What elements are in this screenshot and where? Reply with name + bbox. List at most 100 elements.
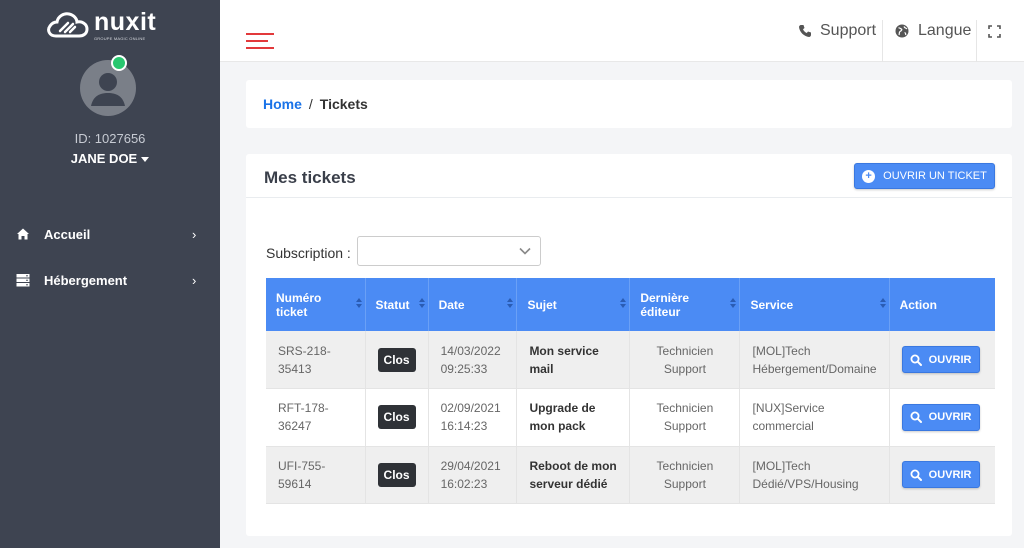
ticket-service: [MOL]Tech Dédié/VPS/Housing xyxy=(739,446,890,504)
support-link[interactable]: Support xyxy=(798,0,876,62)
table-row: SRS-218- 35413 Clos 14/03/2022 09:25:33 Mo… xyxy=(266,331,995,389)
support-label: Support xyxy=(820,22,877,39)
breadcrumb-home-link[interactable]: Home xyxy=(263,96,302,112)
avatar[interactable] xyxy=(80,60,136,116)
chevron-right-icon: › xyxy=(192,226,197,242)
card-divider xyxy=(246,197,1012,198)
ticket-service: [NUX]Service commercial xyxy=(739,388,890,447)
sort-icon xyxy=(730,298,737,310)
tickets-panel: Mes tickets + OUVRIR UN TICKET Subscript… xyxy=(246,154,1012,536)
sidebar: nuxit GROUPE MAGIC ONLINE ID: 1027656 JA… xyxy=(0,0,220,548)
language-menu[interactable]: Langue xyxy=(895,0,971,62)
chevron-down-icon xyxy=(519,247,531,255)
caret-down-icon xyxy=(141,157,150,163)
language-label: Langue xyxy=(918,22,972,39)
table-header-row: Numéro ticket Statut Date Sujet Dernière… xyxy=(266,278,995,331)
action-cell: OUVRIR xyxy=(889,331,995,389)
table-row: UFI-755- 59614 Clos 29/04/2021 16:02:23 Re… xyxy=(266,446,995,504)
online-status-dot xyxy=(111,55,127,71)
status-cell: Clos xyxy=(365,331,429,389)
column-header-label: Action xyxy=(899,297,937,312)
search-icon xyxy=(910,469,922,481)
column-header-subject[interactable]: Sujet xyxy=(516,278,631,331)
action-cell: OUVRIR xyxy=(889,446,995,504)
sort-icon xyxy=(879,298,886,310)
breadcrumb: Home / Tickets xyxy=(246,80,1012,128)
ticket-number: UFI-755- 59614 xyxy=(266,446,366,504)
ticket-date: 29/04/2021 16:02:23 xyxy=(428,446,518,504)
ticket-date: 14/03/2022 09:25:33 xyxy=(428,331,518,389)
open-ticket-label: OUVRIR UN TICKET xyxy=(883,170,987,182)
ticket-editor: Technicien Support xyxy=(629,446,741,504)
sidebar-item-hebergement[interactable]: Hébergement › xyxy=(0,265,220,295)
server-icon xyxy=(16,274,30,287)
open-ticket-row-button[interactable]: OUVRIR xyxy=(901,461,980,489)
column-header-editor[interactable]: Dernière éditeur xyxy=(629,278,741,331)
ticket-number: RFT-178- 36247 xyxy=(266,388,366,447)
breadcrumb-current: Tickets xyxy=(319,96,368,112)
fullscreen-icon xyxy=(988,24,1001,38)
sort-icon xyxy=(507,298,514,310)
topbar-divider xyxy=(882,20,883,62)
open-button-label: OUVRIR xyxy=(928,353,972,366)
column-header-label: Numéro ticket xyxy=(276,290,322,319)
status-cell: Clos xyxy=(365,446,429,504)
ticket-editor: Technicien Support xyxy=(629,388,741,447)
sort-icon xyxy=(418,298,425,310)
ticket-subject: Reboot de mon serveur dédié xyxy=(516,446,631,504)
fullscreen-toggle[interactable] xyxy=(988,0,1001,62)
menu-toggle-icon[interactable] xyxy=(246,33,274,49)
column-header-number[interactable]: Numéro ticket xyxy=(266,278,366,331)
status-badge: Clos xyxy=(377,347,416,372)
open-button-label: OUVRIR xyxy=(928,411,972,424)
brand-logo[interactable]: nuxit GROUPE MAGIC ONLINE xyxy=(46,10,156,44)
breadcrumb-separator: / xyxy=(308,96,313,112)
column-header-label: Statut xyxy=(375,297,410,312)
ticket-number: SRS-218- 35413 xyxy=(266,331,366,389)
search-icon xyxy=(910,411,922,424)
topbar: Support Langue xyxy=(220,0,1024,62)
sort-icon xyxy=(355,298,362,310)
column-header-status[interactable]: Statut xyxy=(365,278,429,331)
sidebar-item-label: Accueil xyxy=(44,226,91,242)
status-cell: Clos xyxy=(365,388,429,447)
ticket-subject: Mon service mail xyxy=(516,331,631,389)
column-header-date[interactable]: Date xyxy=(428,278,518,331)
brand-tagline: GROUPE MAGIC ONLINE xyxy=(94,36,146,41)
open-ticket-button[interactable]: + OUVRIR UN TICKET xyxy=(854,163,995,189)
cloud-logo-icon xyxy=(47,12,89,38)
plus-circle-icon: + xyxy=(862,169,876,183)
action-cell: OUVRIR xyxy=(889,388,995,447)
column-header-label: Dernière éditeur xyxy=(640,290,690,319)
ticket-service: [MOL]Tech Hébergement/Domaine xyxy=(739,331,890,389)
column-header-label: Service xyxy=(750,297,794,312)
subscription-label: Subscription : xyxy=(266,245,351,261)
user-menu-toggle[interactable]: JANE DOE xyxy=(0,151,220,166)
home-icon xyxy=(17,228,29,240)
sidebar-item-label: Hébergement xyxy=(44,272,128,288)
chevron-right-icon: › xyxy=(192,272,197,288)
column-header-service[interactable]: Service xyxy=(739,278,890,331)
user-id: ID: 1027656 xyxy=(74,131,146,146)
globe-icon xyxy=(895,24,909,38)
user-avatar-icon xyxy=(91,73,125,106)
subscription-select[interactable] xyxy=(357,236,541,266)
column-header-label: Date xyxy=(438,297,465,312)
search-icon xyxy=(910,354,922,366)
brand-name: nuxit xyxy=(94,8,157,36)
ticket-date: 02/09/2021 16:14:23 xyxy=(428,388,518,447)
sidebar-item-accueil[interactable]: Accueil › xyxy=(0,219,220,249)
sort-icon xyxy=(620,298,627,310)
status-badge: Clos xyxy=(377,405,416,430)
column-header-label: Sujet xyxy=(527,297,557,312)
table-row: RFT-178- 36247 Clos 02/09/2021 16:14:23 Up… xyxy=(266,388,995,447)
ticket-editor: Technicien Support xyxy=(629,331,741,389)
tickets-table: Numéro ticket Statut Date Sujet Dernière… xyxy=(266,278,995,504)
user-name: JANE DOE xyxy=(70,151,138,166)
open-ticket-row-button[interactable]: OUVRIR xyxy=(901,403,980,431)
open-button-label: OUVRIR xyxy=(928,468,972,481)
ticket-subject: Upgrade de mon pack xyxy=(516,388,631,447)
topbar-divider xyxy=(976,20,977,62)
column-header-action: Action xyxy=(889,278,995,331)
open-ticket-row-button[interactable]: OUVRIR xyxy=(901,346,980,373)
